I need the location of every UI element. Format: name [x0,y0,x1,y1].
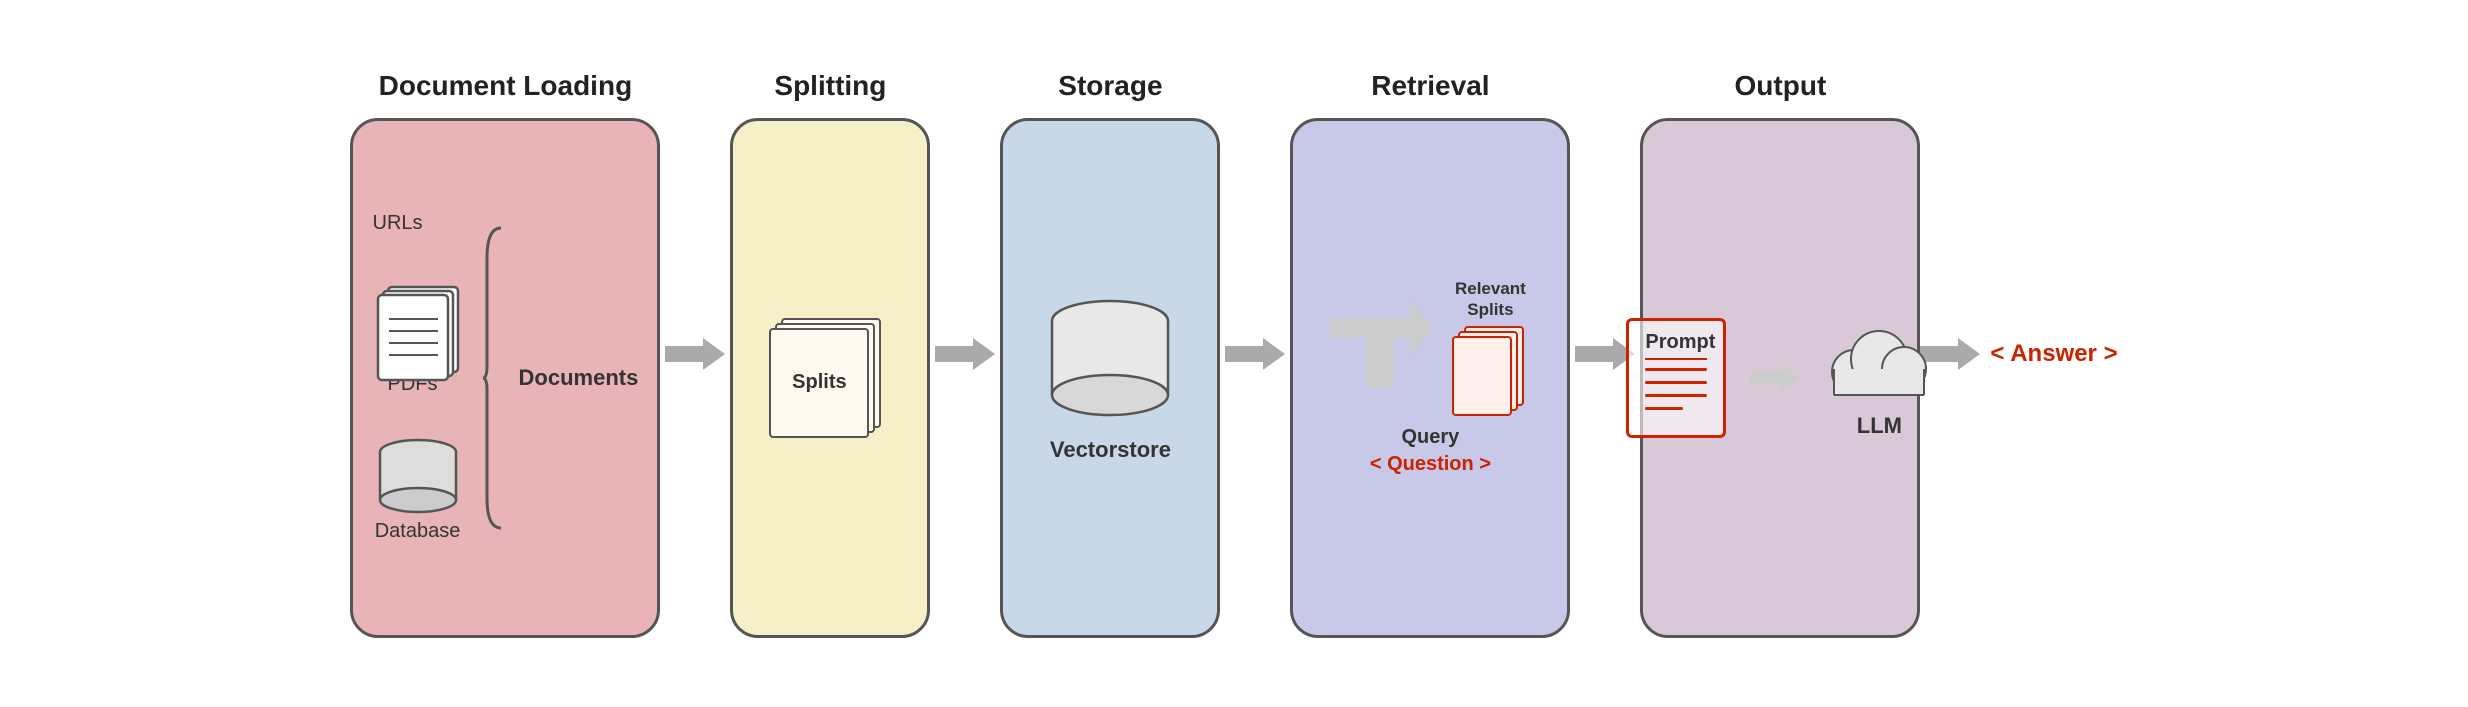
query-label: Query [1402,426,1460,449]
output-inner: Prompt [1626,317,1934,439]
retrieval-top: RelevantSplits [1330,279,1530,416]
retrieval-arrow-icon [1330,288,1430,408]
question-label: < Question > [1370,453,1491,476]
urls-group: URLs [373,212,423,239]
prompt-box: Prompt [1626,318,1726,438]
stage-title-splitting: Splitting [774,70,886,102]
doc-items: URLs [373,212,463,543]
stage-doc-loading: Document Loading URLs [350,70,660,638]
stage-splitting: Splitting Splits [730,70,930,638]
stage-storage: Storage Vectorstore [1000,70,1220,638]
documents-label: Documents [519,365,639,391]
pdfs-group: PDFs [373,279,453,396]
doc-loading-inner: URLs [373,212,637,543]
llm-cloud-icon [1824,317,1934,407]
prompt-group: Prompt [1626,318,1726,438]
retrieval-bottom: Query < Question > [1370,426,1491,476]
urls-label: URLs [373,212,423,235]
database-icon [373,436,463,516]
stage-output: Output Prompt [1640,70,1920,638]
prompt-line-3 [1645,394,1707,397]
prompt-title: Prompt [1645,331,1707,360]
pdf-icon [373,279,453,369]
llm-group: LLM [1824,317,1934,439]
box-retrieval: RelevantSplits Query < Question > [1290,118,1570,638]
arrow-2 [930,334,1000,374]
stage-retrieval: Retrieval RelevantSplits [1290,70,1570,638]
arrow-icon-3 [1225,334,1285,374]
prompt-line-4 [1645,407,1682,410]
arrow-3 [1220,334,1290,374]
box-storage: Vectorstore [1000,118,1220,638]
arrow-icon-2 [935,334,995,374]
box-output: Prompt [1640,118,1920,638]
vectorstore-icon [1040,293,1180,423]
stage-title-doc-loading: Document Loading [379,70,633,102]
prompt-line-1 [1645,368,1707,371]
relevant-splits-label: RelevantSplits [1455,279,1526,320]
splits-page-front: Splits [769,328,869,438]
llm-label: LLM [1857,413,1902,439]
arrow-prompt-llm [1750,360,1800,396]
rel-page-front [1452,336,1512,416]
stage-title-storage: Storage [1058,70,1162,102]
vectorstore-label: Vectorstore [1050,437,1171,463]
relevant-splits-icon [1450,326,1530,416]
arrow-1 [660,334,730,374]
box-splitting: Splits [730,118,930,638]
relevant-splits-group: RelevantSplits [1450,279,1530,416]
database-label: Database [375,520,461,543]
prompt-line-2 [1645,381,1707,384]
brace-group: Documents [481,218,639,538]
final-arrow-group: < Answer > [1920,334,2117,374]
box-doc-loading: URLs [350,118,660,638]
database-group: Database [373,436,463,543]
arrow-icon-1 [665,334,725,374]
stage-title-retrieval: Retrieval [1371,70,1489,102]
splits-stack: Splits [765,318,895,438]
rag-diagram: Document Loading URLs [0,0,2468,707]
stage-title-output: Output [1735,70,1827,102]
splits-label: Splits [792,371,846,394]
answer-label: < Answer > [1990,340,2117,368]
retrieval-inner: RelevantSplits Query < Question > [1313,141,1547,615]
brace-icon [481,218,511,538]
